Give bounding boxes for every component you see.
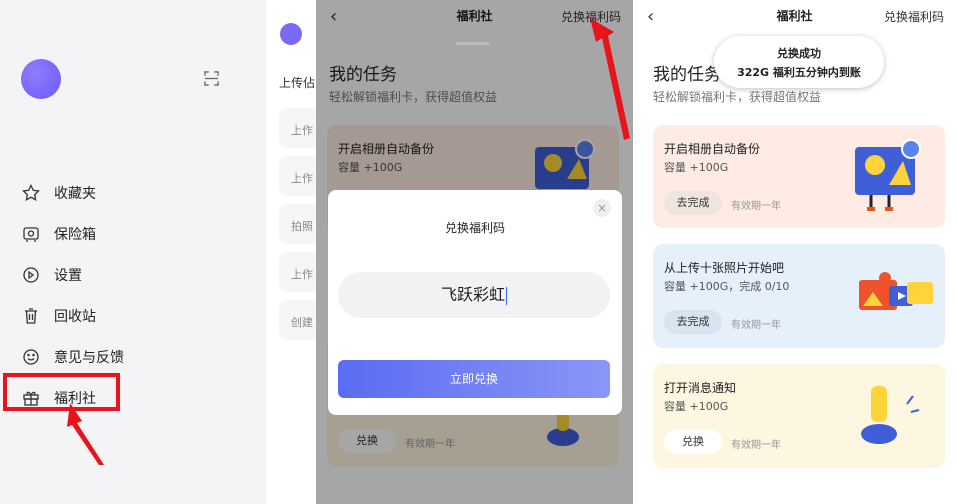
redeem-now-button[interactable]: 立即兑换 [338,360,610,398]
redeem-button[interactable]: 兑换 [664,430,722,454]
validity-text: 有效期一年 [731,440,781,451]
task-title: 开启相册自动备份 [664,142,761,156]
album-illustration-icon [855,139,921,211]
menu-item-label: 设置 [54,267,82,284]
settings-icon [23,266,39,283]
task-title: 打开消息通知 [664,381,737,395]
task-card-backup: 开启相册自动备份 容量 +100G 去完成 有效期一年 [653,125,945,228]
menu-item-label: 收藏夹 [54,185,96,202]
redeem-code-input[interactable]: 飞跃彩虹 [338,272,610,318]
input-value: 飞跃彩虹 [440,285,505,304]
menu-item-label: 保险箱 [54,226,96,243]
background-card: 拍照 [279,204,316,244]
task-reward: 容量 +100G，完成 0/10 [664,280,790,293]
redeem-code-link[interactable]: 兑换福利码 [884,8,944,25]
background-card: 上作 [279,252,316,292]
avatar [280,23,302,45]
tasks-title: 我的任务 [653,65,721,85]
menu-item-safe[interactable]: 保险箱 [22,213,124,254]
dialog-title: 兑换福利码 [444,221,505,235]
background-card: 上作 [279,156,316,196]
success-toast: 兑换成功 322G 福利五分钟内到账 [714,36,884,88]
complete-button[interactable]: 去完成 [664,191,722,215]
menu-item-label: 意见与反馈 [54,349,124,366]
menu-item-settings[interactable]: 设置 [22,254,124,295]
annotation-arrow [590,18,630,140]
annotation-arrow [67,403,104,465]
header: ‹ 福利社 兑换福利码 [633,0,956,30]
star-icon [22,183,40,201]
sheet-handle [456,42,490,45]
task-reward: 容量 +100G [664,161,729,174]
task-card-notify: 打开消息通知 容量 +100G 兑换 有效期一年 [653,364,945,468]
bell-hand-illustration-icon [861,386,920,444]
safe-icon [23,226,39,242]
redeem-dialog-screen: ‹ 福利社 兑换福利码 我的任务 轻松解锁福利卡，获得超值权益 开启相册自动备份… [316,0,633,504]
validity-text: 有效期一年 [731,201,781,212]
toast-title: 兑换成功 [777,47,821,60]
close-icon[interactable]: × [593,199,611,217]
avatar[interactable] [21,59,61,99]
background-card: 创建 [279,300,316,340]
side-drawer: 收藏夹 保险箱 设置 回收站 意见与反馈 福利社 [0,0,266,504]
background-heading: 上传佔 [279,76,316,90]
trash-icon [25,307,37,324]
validity-text: 有效期一年 [731,320,781,331]
drawer-panel: 收藏夹 保险箱 设置 回收站 意见与反馈 福利社 上传佔 上作 上作 拍照 上作… [0,0,316,504]
toast-message: 322G 福利五分钟内到账 [737,66,861,79]
task-reward: 容量 +100G [664,400,729,413]
task-card-upload: 从上传十张照片开始吧 容量 +100G，完成 0/10 去完成 有效期一年 [653,244,945,348]
photo-upload-illustration-icon [859,272,933,310]
menu-item-label: 回收站 [54,308,96,325]
menu-item-feedback[interactable]: 意见与反馈 [22,336,124,377]
scan-icon[interactable] [204,71,219,86]
task-title: 从上传十张照片开始吧 [664,261,785,275]
tasks-subtitle: 轻松解锁福利卡，获得超值权益 [653,90,822,104]
menu-item-favorites[interactable]: 收藏夹 [22,172,124,213]
success-screen: ‹ 福利社 兑换福利码 我的任务 轻松解锁福利卡，获得超值权益 开启相册自动备份… [633,0,956,504]
complete-button[interactable]: 去完成 [664,310,722,334]
text-caret [506,286,507,305]
menu-item-trash[interactable]: 回收站 [22,295,124,336]
background-card: 上作 [279,108,316,148]
redeem-dialog: × 兑换福利码 飞跃彩虹 立即兑换 [328,190,622,415]
feedback-icon [23,348,39,365]
